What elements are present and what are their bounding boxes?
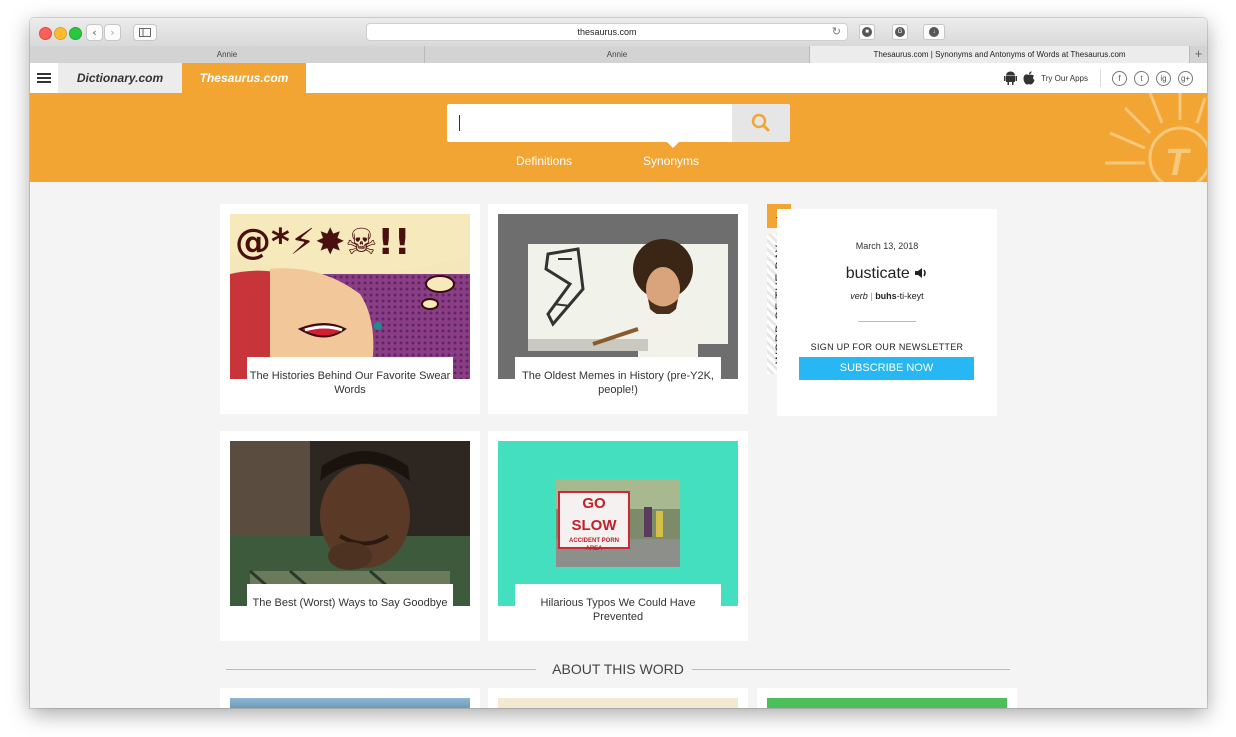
- synonyms-tab[interactable]: Synonyms: [643, 154, 699, 168]
- wotd-pron-stressed: buhs: [875, 291, 897, 301]
- close-window-button[interactable]: [39, 27, 52, 40]
- browser-titlebar: ‹ › thesaurus.com ↻ ■ G ↓: [30, 18, 1207, 47]
- plus-icon: +: [1194, 46, 1203, 61]
- zoom-window-button[interactable]: [69, 27, 82, 40]
- grammarly-extension-button[interactable]: G: [892, 24, 908, 40]
- minimize-window-button[interactable]: [54, 27, 67, 40]
- active-tab-notch: [667, 142, 679, 148]
- search-button[interactable]: [732, 104, 790, 142]
- facebook-icon[interactable]: f: [1112, 70, 1127, 86]
- hamburger-menu-icon[interactable]: [37, 73, 51, 83]
- chevron-left-icon: ‹: [92, 26, 97, 39]
- sign-board: GO SLOW ACCIDENT PORN AREA: [558, 491, 630, 552]
- go-slow-sign-image: GO SLOW ACCIDENT PORN AREA: [498, 441, 738, 606]
- thesaurus-tab[interactable]: Thesaurus.com: [182, 63, 306, 93]
- chevron-right-icon: ›: [110, 26, 115, 39]
- try-our-apps-link[interactable]: Try Our Apps: [1041, 74, 1088, 83]
- search-hero: Definitions Synonyms T: [30, 93, 1207, 182]
- article-card-image: [230, 698, 470, 708]
- sign-photo: GO SLOW ACCIDENT PORN AREA: [556, 479, 680, 567]
- article-card-title[interactable]: The Histories Behind Our Favorite Swear …: [247, 357, 453, 412]
- svg-text:T: T: [1165, 142, 1191, 182]
- wotd-pron-rest: -ti-keyt: [896, 291, 924, 301]
- adblock-extension-button[interactable]: ■: [859, 24, 875, 40]
- painter-meme-image: [498, 214, 738, 379]
- wotd-pos: verb: [850, 291, 868, 301]
- wotd-word[interactable]: busticate: [846, 265, 910, 282]
- wotd-pronunciation: verb | buhs-ti-keyt: [777, 291, 997, 301]
- article-card[interactable]: [757, 688, 1017, 708]
- wotd-date: March 13, 2018: [855, 241, 919, 251]
- article-card-title[interactable]: The Oldest Memes in History (pre-Y2K, pe…: [515, 357, 721, 412]
- instagram-icon[interactable]: ig: [1156, 70, 1171, 86]
- article-card-title[interactable]: Hilarious Typos We Could Have Prevented: [515, 584, 721, 639]
- definitions-tab[interactable]: Definitions: [516, 154, 572, 168]
- google-plus-icon[interactable]: g+: [1178, 70, 1193, 86]
- browser-tab-bar: Annie Annie Thesaurus.com | Synonyms and…: [30, 46, 1207, 64]
- browser-tab[interactable]: Annie: [425, 46, 810, 63]
- back-button[interactable]: ‹: [86, 24, 103, 41]
- browser-window: ‹ › thesaurus.com ↻ ■ G ↓ Annie Annie Th…: [30, 18, 1207, 708]
- article-card[interactable]: [488, 688, 748, 708]
- separator: |: [870, 291, 873, 301]
- dictionary-tab[interactable]: Dictionary.com: [58, 63, 182, 93]
- pedestrian: [656, 511, 663, 537]
- reload-icon[interactable]: ↻: [832, 24, 841, 40]
- article-card[interactable]: @*⚡✸☠!! The Histories Behind Our Favorit…: [220, 204, 480, 414]
- downloads-button[interactable]: ↓: [923, 24, 945, 40]
- browser-tab-active[interactable]: Thesaurus.com | Synonyms and Antonyms of…: [810, 46, 1190, 63]
- forward-button[interactable]: ›: [104, 24, 121, 41]
- subscribe-now-button[interactable]: SUBSCRIBE NOW: [799, 357, 974, 380]
- browser-tab[interactable]: Annie: [30, 46, 425, 63]
- search-icon: [751, 113, 770, 132]
- address-bar[interactable]: thesaurus.com ↻: [366, 23, 848, 41]
- thesaurus-sun-logo: T: [1105, 93, 1207, 182]
- adblock-icon: ■: [862, 27, 872, 37]
- word-of-the-day-widget: WORD OF THE DAY ⬇ March 13, 2018 bustica…: [767, 204, 997, 416]
- android-icon[interactable]: [1004, 71, 1018, 85]
- twitter-icon[interactable]: t: [1134, 70, 1149, 86]
- header-right: Try Our Apps f t ig g+: [1004, 63, 1193, 93]
- divider: [858, 321, 916, 322]
- article-card[interactable]: [220, 688, 480, 708]
- address-url: thesaurus.com: [577, 27, 637, 37]
- apple-icon[interactable]: [1023, 71, 1035, 85]
- text-caret: [459, 115, 460, 131]
- wotd-word-row: busticate: [777, 265, 997, 283]
- grammarly-icon: G: [895, 27, 905, 37]
- divider: [1100, 69, 1101, 87]
- about-this-word-section: ABOUT THIS WORD: [226, 661, 1010, 677]
- sidebar-icon: [139, 28, 151, 37]
- sign-line1: GO SLOW: [571, 495, 617, 534]
- speaker-icon[interactable]: [914, 267, 928, 279]
- article-card[interactable]: GO SLOW ACCIDENT PORN AREA Hilarious Typ…: [488, 431, 748, 641]
- article-card-image: [498, 698, 738, 708]
- site-header: Dictionary.com Thesaurus.com Try Our App…: [30, 63, 1207, 94]
- wotd-panel: March 13, 2018 busticate verb | buhs-ti-…: [777, 209, 997, 416]
- svg-text:@*⚡✸☠!!: @*⚡✸☠!!: [235, 222, 410, 263]
- sidebar-toggle-button[interactable]: [133, 24, 157, 41]
- download-icon: ↓: [929, 27, 939, 37]
- search-input[interactable]: [447, 104, 733, 142]
- pop-art-woman-image: @*⚡✸☠!!: [230, 214, 470, 379]
- article-card[interactable]: The Oldest Memes in History (pre-Y2K, pe…: [488, 204, 748, 414]
- pedestrian: [644, 507, 652, 537]
- article-card-image: [767, 698, 1007, 708]
- sign-line2: ACCIDENT PORN AREA: [568, 538, 619, 552]
- divider: [692, 669, 1010, 670]
- new-tab-button[interactable]: +: [1190, 46, 1207, 63]
- article-card-title[interactable]: The Best (Worst) Ways to Say Goodbye: [247, 584, 453, 639]
- article-card[interactable]: The Best (Worst) Ways to Say Goodbye: [220, 431, 480, 641]
- thinking-man-image: [230, 441, 470, 606]
- newsletter-heading: SIGN UP FOR OUR NEWSLETTER: [810, 342, 964, 352]
